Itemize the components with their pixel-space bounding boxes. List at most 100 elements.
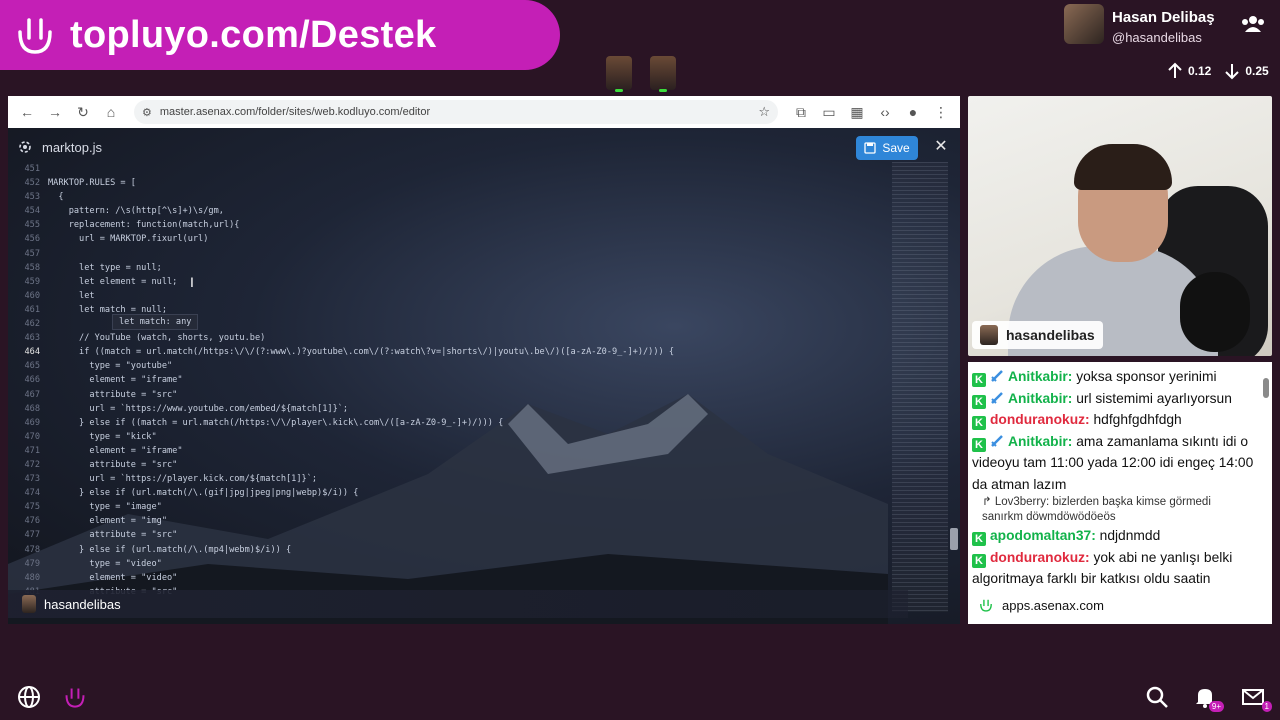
code-line[interactable]: 464 if ((match = url.match(/https:\/\/(?…	[16, 345, 888, 359]
code-line[interactable]: 480 element = "video"	[16, 571, 888, 585]
code-line[interactable]: 479 type = "video"	[16, 557, 888, 571]
people-icon[interactable]	[1240, 14, 1266, 34]
minimap[interactable]	[892, 162, 948, 612]
line-number: 468	[24, 403, 40, 414]
code-line[interactable]: 473 url = `https://player.kick.com/${mat…	[16, 472, 888, 486]
code-text: element = "iframe"	[48, 375, 183, 386]
code-line[interactable]: 467 attribute = "src"	[16, 388, 888, 402]
code-line[interactable]: 468 url = `https://www.youtube.com/embed…	[16, 402, 888, 416]
chat-username[interactable]: apodomaltan37	[990, 528, 1091, 543]
code-line[interactable]: 460 let	[16, 289, 888, 303]
code-line[interactable]: 477 attribute = "src"	[16, 528, 888, 542]
chat-message[interactable]: Kdonduranokuz: hdfghfgdhfdgh	[972, 409, 1254, 431]
line-number: 465	[24, 361, 40, 372]
chat-scroll-thumb[interactable]	[1263, 378, 1269, 398]
chat-username[interactable]: donduranokuz	[990, 550, 1085, 565]
code-line[interactable]: 459 let element = null;	[16, 275, 888, 289]
chat-list: K Anitkabir: yoksa sponsor yerinimi K Anitk…	[972, 366, 1254, 590]
code-line[interactable]: 451	[16, 162, 888, 176]
back-arrow-icon[interactable]: ←	[16, 101, 38, 123]
topluyo-logo-icon	[18, 18, 52, 54]
reload-icon[interactable]: ↻	[72, 101, 94, 123]
viewer-avatar[interactable]	[606, 56, 632, 92]
code-line[interactable]: 463 // YouTube (watch, shorts, youtu.be)	[16, 331, 888, 345]
kick-badge-icon: K	[972, 437, 986, 452]
code-line[interactable]: 457	[16, 247, 888, 261]
topluyo-logo-icon[interactable]	[62, 684, 88, 710]
arrow-down-icon	[1225, 64, 1240, 80]
code-text: type = "image"	[48, 502, 162, 513]
chat-message[interactable]: K Anitkabir: yoksa sponsor yerinimi	[972, 366, 1254, 388]
chat-separator: :	[1067, 390, 1077, 406]
code-line[interactable]: 452 MARKTOP.RULES = [	[16, 176, 888, 190]
code-line[interactable]: 478 } else if (url.match(/\.(mp4|webm)$/…	[16, 543, 888, 557]
code-text: {	[48, 192, 64, 203]
code-line[interactable]: 456 url = MARKTOP.fixurl(url)	[16, 232, 888, 246]
chat-text: yoksa sponsor yerinimi	[1076, 369, 1217, 384]
line-number: 457	[24, 248, 40, 259]
code-line[interactable]: 454 pattern: /\s(http[^\s]+)\s/gm,	[16, 204, 888, 218]
browser-toolbar: ← → ↻ ⌂ ⚙ master.asenax.com/folder/sites…	[8, 96, 960, 128]
code-line[interactable]: 455 replacement: function(match,url){	[16, 218, 888, 232]
code-line[interactable]: 475 type = "image"	[16, 500, 888, 514]
notifications-button[interactable]: 9+	[1192, 684, 1224, 712]
code-line[interactable]: 469 } else if ((match = url.match(/https…	[16, 416, 888, 430]
address-bar[interactable]: ⚙ master.asenax.com/folder/sites/web.kod…	[134, 100, 778, 124]
code-line[interactable]: 476 element = "img"	[16, 514, 888, 528]
devtools-icon[interactable]: ‹›	[874, 101, 896, 123]
bookmark-star-icon[interactable]: ☆	[758, 104, 770, 120]
messages-button[interactable]: 1	[1240, 684, 1272, 712]
menu-kebab-icon[interactable]: ⋮	[930, 101, 952, 123]
notification-count-badge: 9+	[1208, 701, 1224, 712]
code-line[interactable]: 458 let type = null;	[16, 261, 888, 275]
search-icon[interactable]	[1144, 684, 1170, 710]
code-area[interactable]: 451 452 MARKTOP.RULES = [453 {454 pattern:…	[16, 162, 888, 612]
code-line[interactable]: 472 attribute = "src"	[16, 458, 888, 472]
line-number: 455	[24, 220, 40, 231]
qr-icon[interactable]: ▦	[846, 101, 868, 123]
globe-icon[interactable]	[16, 684, 42, 710]
chat-username[interactable]: donduranokuz	[990, 412, 1085, 427]
line-number: 474	[24, 488, 40, 499]
code-line[interactable]: 466 element = "iframe"	[16, 373, 888, 387]
hover-tooltip: let match: any	[112, 314, 199, 330]
code-line[interactable]: 453 {	[16, 190, 888, 204]
reading-list-icon[interactable]: ▭	[818, 101, 840, 123]
kick-badge-icon: K	[972, 373, 986, 387]
home-icon[interactable]: ⌂	[100, 101, 122, 123]
forward-arrow-icon[interactable]: →	[44, 101, 66, 123]
chat-username[interactable]: Anitkabir	[1008, 369, 1068, 384]
line-number: 471	[24, 445, 40, 456]
chat-overlay-toast[interactable]: apps.asenax.com	[972, 594, 1110, 616]
code-text: let element = null;	[48, 276, 178, 287]
profile-icon[interactable]: ●	[902, 101, 924, 123]
browser-window: ← → ↻ ⌂ ⚙ master.asenax.com/folder/sites…	[8, 96, 960, 624]
profile-name: Hasan Delibaş	[1112, 9, 1215, 26]
chat-text: hdfghfgdhfdgh	[1093, 412, 1182, 427]
editor-scrollbar[interactable]	[950, 528, 958, 550]
code-line[interactable]: 474 } else if (url.match(/\.(gif|jpg|jpe…	[16, 486, 888, 500]
chat-message[interactable]: K Anitkabir: ama zamanlama sıkıntı idi o …	[972, 431, 1254, 496]
save-button[interactable]: Save	[856, 136, 918, 160]
code-line[interactable]: 471 element = "iframe"	[16, 444, 888, 458]
line-number: 464	[24, 347, 40, 358]
line-number: 459	[24, 276, 40, 287]
line-number: 453	[24, 192, 40, 203]
chat-message[interactable]: Kapodomaltan37: ndjdnmdd	[972, 525, 1254, 547]
viewer-avatar[interactable]	[650, 56, 676, 92]
extensions-icon[interactable]: ⧉	[790, 101, 812, 123]
chat-message[interactable]: K Anitkabir: url sistemimi ayarlıyorsun	[972, 388, 1254, 410]
chat-message[interactable]: Kdonduranokuz: yok abi ne yanlışı belki …	[972, 547, 1254, 590]
code-line[interactable]: 470 type = "kick"	[16, 430, 888, 444]
code-line[interactable]: 465 type = "youtube"	[16, 359, 888, 373]
save-label: Save	[882, 141, 910, 155]
chat-scrollbar[interactable]	[1262, 366, 1270, 620]
close-icon[interactable]: ✕	[932, 138, 950, 156]
message-count-badge: 1	[1261, 701, 1272, 712]
line-number: 451	[24, 164, 40, 174]
save-icon	[864, 142, 876, 154]
site-info-icon[interactable]: ⚙	[142, 106, 152, 119]
chat-username[interactable]: Anitkabir	[1008, 434, 1068, 449]
chat-username[interactable]: Anitkabir	[1008, 391, 1068, 406]
topluyo-banner[interactable]: topluyo.com/Destek	[0, 0, 560, 70]
